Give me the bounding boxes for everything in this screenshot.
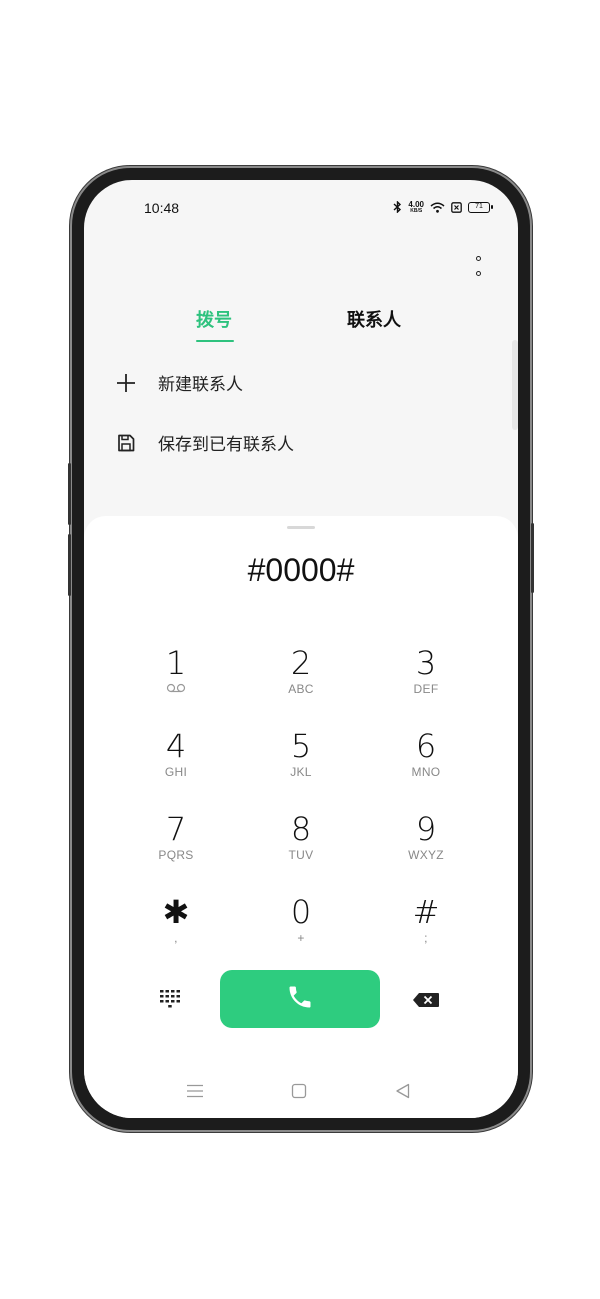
status-bar: 10:48 4.00 KB/S 71 [84,180,518,236]
key-star[interactable]: ✱ , [131,893,221,963]
key-hash[interactable]: # ; [381,893,471,963]
key-2[interactable]: 2 ABC [256,644,346,714]
tab-bar: 拨号 联系人 [84,306,518,346]
key-5[interactable]: 5 JKL [256,727,346,797]
key-letters: JKL [290,765,312,779]
dialer-actions [84,970,518,1030]
call-button[interactable] [220,970,380,1028]
key-digit: 1 [165,644,187,682]
key-digit: # [412,893,440,931]
key-3[interactable]: 3 DEF [381,644,471,714]
key-6[interactable]: 6 MNO [381,727,471,797]
status-time: 10:48 [144,200,180,216]
key-7[interactable]: 7 PQRS [131,810,221,880]
key-digit: 0 [290,893,312,931]
key-digit: 5 [290,727,312,765]
net-speed: 4.00 KB/S [408,200,424,215]
key-letters: TUV [288,848,314,862]
key-digit: 7 [165,810,187,848]
save-to-existing-label: 保存到已有联系人 [158,435,294,455]
key-digit: 8 [290,810,312,848]
key-0[interactable]: 0 + [256,893,346,963]
tab-indicator [196,340,234,342]
tab-dial[interactable]: 拨号 [196,306,232,332]
dialed-number: #0000# [247,552,355,588]
key-letters: , [174,931,178,945]
key-letters: GHI [164,765,188,779]
tab-contacts[interactable]: 联系人 [347,306,401,332]
bluetooth-icon [393,198,402,217]
key-digit: 3 [415,644,437,682]
power-button [531,523,534,593]
dialpad-icon[interactable] [159,988,185,1012]
key-digit: 4 [165,727,187,765]
system-nav-bar [84,1078,518,1108]
net-speed-unit: KB/S [410,208,423,214]
key-letters: DEF [413,682,439,696]
key-letters: WXYZ [408,848,444,862]
key-letters: MNO [411,765,441,779]
wifi-icon [430,198,445,217]
battery-icon: 71 [468,202,493,213]
dialer-sheet: #0000# 1 2 ABC 3 DEF 4 GHI 5 JKL 6 MNO 7… [84,516,518,1118]
key-digit: 2 [290,644,312,682]
key-digit: 6 [415,727,437,765]
save-icon [116,433,136,453]
scrollbar[interactable] [512,340,518,430]
key-9[interactable]: 9 WXYZ [381,810,471,880]
key-digit: ✱ [162,893,190,931]
new-contact-label: 新建联系人 [158,375,243,395]
key-letters: ; [424,931,428,945]
save-to-existing-button[interactable]: 保存到已有联系人 [116,430,294,455]
key-letters: + [297,931,305,945]
home-icon[interactable] [290,1082,310,1102]
plus-icon [116,373,136,393]
voicemail-icon [131,682,221,696]
key-letters: ABC [288,682,314,696]
screen: 10:48 4.00 KB/S 71 拨号 联系人 新建联系人 保存到已有联系人… [84,180,518,1118]
phone-icon [286,983,314,1015]
key-letters: PQRS [158,848,194,862]
phone-frame: 10:48 4.00 KB/S 71 拨号 联系人 新建联系人 保存到已有联系人… [68,168,534,1130]
new-contact-button[interactable]: 新建联系人 [116,370,243,395]
key-8[interactable]: 8 TUV [256,810,346,880]
more-vertical-icon[interactable] [472,256,484,276]
volume-button [68,463,71,525]
key-1[interactable]: 1 [131,644,221,714]
key-digit: 9 [415,810,437,848]
sheet-handle[interactable] [287,526,315,529]
net-speed-value: 4.00 [408,200,424,209]
back-icon[interactable] [394,1082,414,1102]
volume-button [68,534,71,596]
sim-icon [451,198,462,217]
key-4[interactable]: 4 GHI [131,727,221,797]
status-icons: 4.00 KB/S 71 [393,198,493,217]
menu-icon[interactable] [186,1082,206,1102]
backspace-icon[interactable] [412,992,440,1008]
